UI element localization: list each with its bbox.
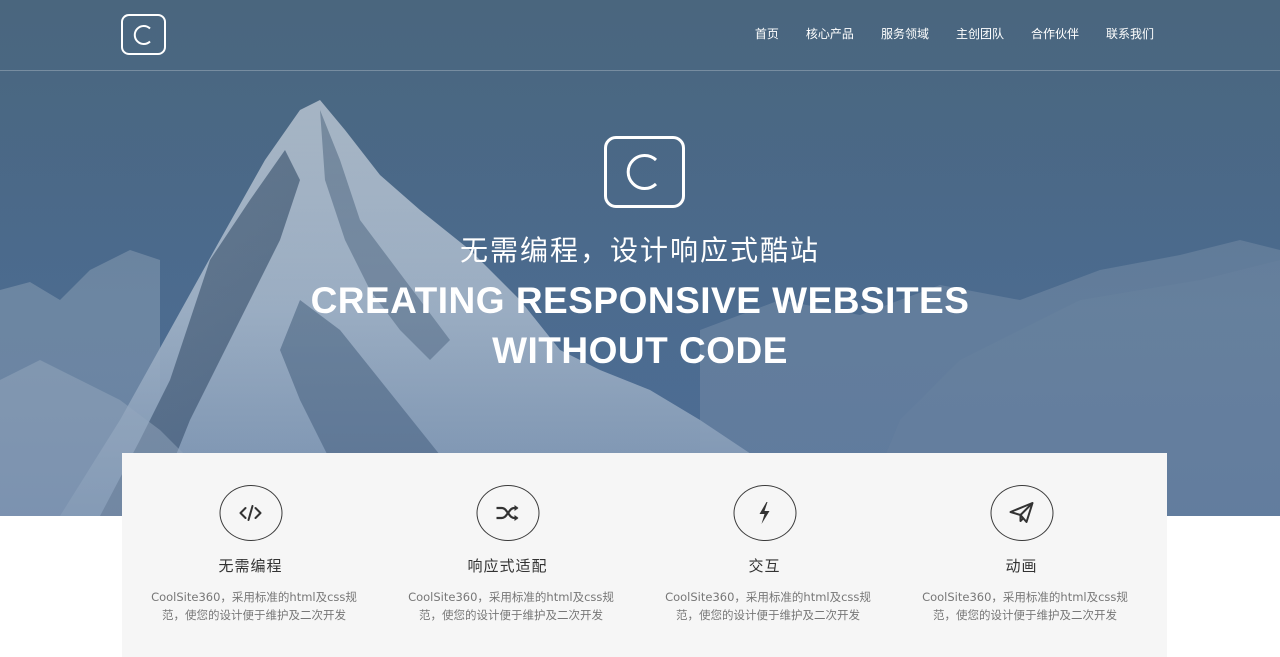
feature-card: 无需编程 CoolSite360，采用标准的html及css规范，使您的设计便于…: [122, 453, 379, 657]
feature-card: 响应式适配 CoolSite360，采用标准的html及css规范，使您的设计便…: [379, 453, 636, 657]
c-letter-large-icon: [626, 154, 657, 190]
hero-title-line-2: WITHOUT CODE: [492, 330, 788, 371]
hero-title: CREATING RESPONSIVE WEBSITES WITHOUT COD…: [0, 276, 1280, 376]
main-nav: 首页 核心产品 服务领域 主创团队 合作伙伴 联系我们: [728, 24, 1154, 44]
feature-description: CoolSite360，采用标准的html及css规范，使您的设计便于维护及二次…: [922, 590, 1128, 622]
site-header: 首页 核心产品 服务领域 主创团队 合作伙伴 联系我们: [0, 0, 1280, 71]
paper-plane-icon: [990, 485, 1053, 541]
features-panel: 无需编程 CoolSite360，采用标准的html及css规范，使您的设计便于…: [122, 453, 1167, 657]
feature-card: 动画 CoolSite360，采用标准的html及css规范，使您的设计便于维护…: [893, 453, 1150, 657]
site-logo[interactable]: [121, 14, 166, 55]
feature-description: CoolSite360，采用标准的html及css规范，使您的设计便于维护及二次…: [151, 590, 357, 622]
feature-card: 交互 CoolSite360，采用标准的html及css规范，使您的设计便于维护…: [636, 453, 893, 657]
feature-description: CoolSite360，采用标准的html及css规范，使您的设计便于维护及二次…: [665, 590, 871, 622]
c-letter-icon: [133, 24, 151, 45]
hero-logo: [604, 136, 685, 208]
bolt-icon: [733, 485, 796, 541]
code-icon: [219, 485, 282, 541]
shuffle-icon: [476, 485, 539, 541]
feature-title: 动画: [1005, 557, 1038, 575]
nav-item-services[interactable]: 服务领域: [881, 24, 929, 44]
feature-title: 无需编程: [218, 557, 283, 575]
nav-item-home[interactable]: 首页: [755, 24, 779, 44]
hero-subtitle: 无需编程，设计响应式酷站: [459, 234, 820, 267]
feature-description: CoolSite360，采用标准的html及css规范，使您的设计便于维护及二次…: [408, 590, 614, 622]
hero-title-line-1: CREATING RESPONSIVE WEBSITES: [310, 280, 970, 321]
nav-item-contact[interactable]: 联系我们: [1106, 24, 1154, 44]
nav-item-team[interactable]: 主创团队: [956, 24, 1004, 44]
feature-title: 交互: [748, 557, 781, 575]
nav-item-partners[interactable]: 合作伙伴: [1031, 24, 1079, 44]
nav-item-products[interactable]: 核心产品: [806, 24, 854, 44]
feature-title: 响应式适配: [467, 557, 548, 575]
